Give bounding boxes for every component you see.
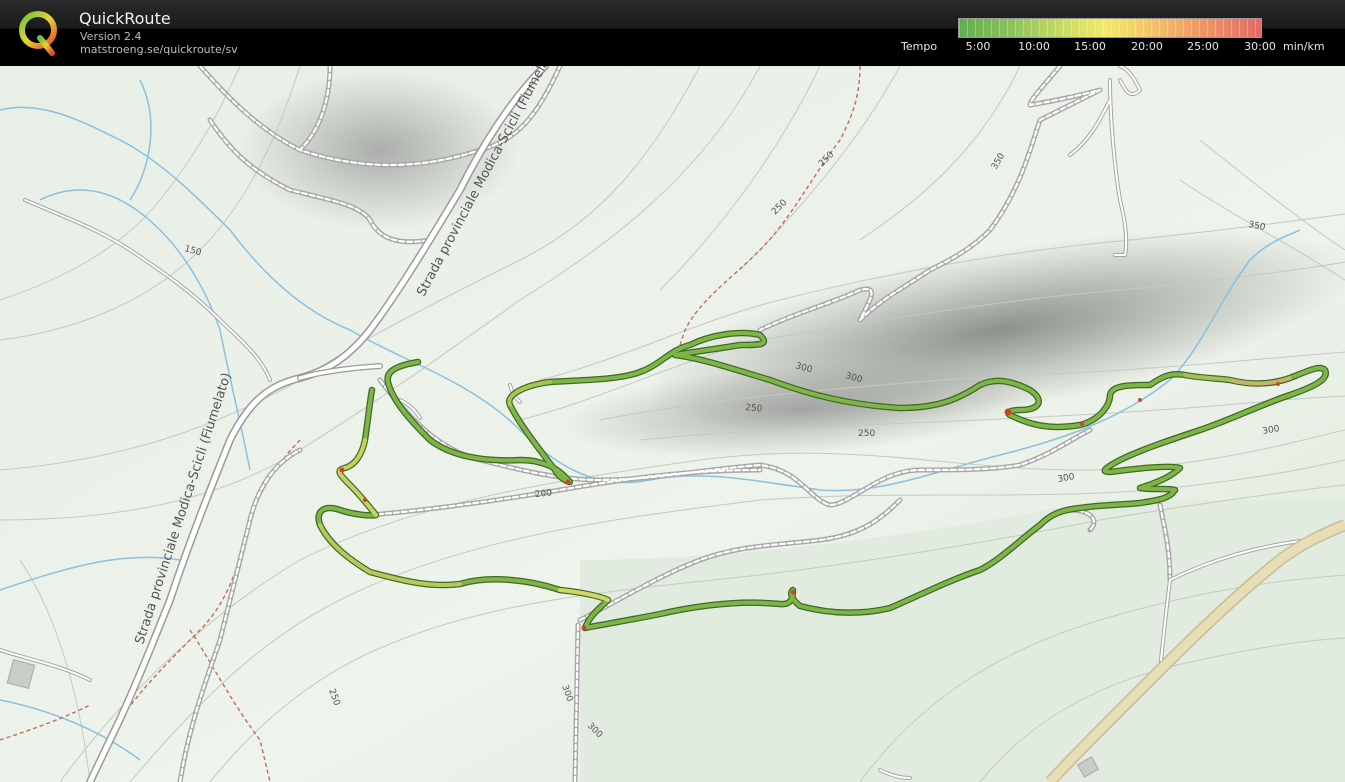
app-url-link[interactable]: matstroeng.se/quickroute/sv xyxy=(80,43,238,56)
quickroute-logo-icon xyxy=(14,8,64,58)
legend-tick: 5:00 xyxy=(965,40,991,53)
app-version: Version 2.4 xyxy=(80,30,142,43)
contour-label: 200 xyxy=(534,489,552,500)
legend-title: Tempo xyxy=(901,40,938,53)
tempo-color-scale xyxy=(958,18,1262,38)
legend-unit: min/km xyxy=(1283,40,1325,53)
app-header: QuickRoute Version 2.4 matstroeng.se/qui… xyxy=(0,0,1345,66)
legend-tick: 25:00 xyxy=(1187,40,1219,53)
contour-label: 250 xyxy=(745,403,763,414)
map-canvas[interactable]: Strada provinciale Modica-Scicli (Fiumel… xyxy=(0,66,1345,782)
legend-tick: 15:00 xyxy=(1074,40,1106,53)
legend-tick: 10:00 xyxy=(1018,40,1050,53)
contour-label: 250 xyxy=(858,429,875,439)
legend-tick: 20:00 xyxy=(1131,40,1163,53)
legend-tick: 30:00 xyxy=(1244,40,1276,53)
app-title: QuickRoute xyxy=(79,9,171,28)
